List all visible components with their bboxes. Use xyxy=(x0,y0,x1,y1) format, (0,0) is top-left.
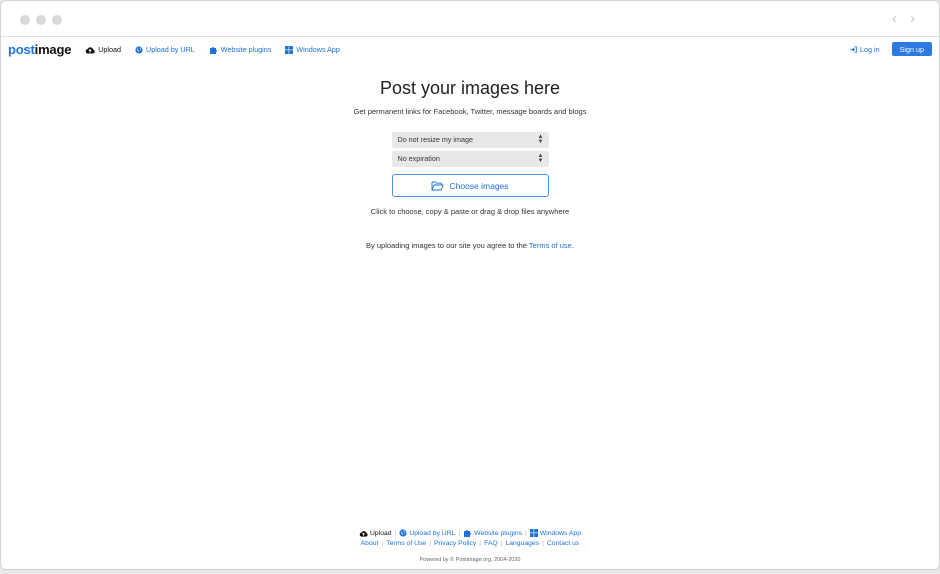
resize-select-value: Do not resize my image xyxy=(397,135,474,144)
nav-upload-label: Upload xyxy=(98,45,122,54)
choose-images-button[interactable]: Choose images xyxy=(391,174,549,197)
window-maximize-dot[interactable] xyxy=(52,15,62,25)
login-link[interactable]: Log in xyxy=(850,45,880,54)
expiration-select-value: No expiration xyxy=(397,154,440,163)
nav-windows-app-label: Windows App xyxy=(296,45,340,54)
login-label: Log in xyxy=(860,44,880,54)
nav-upload-by-url-link[interactable]: Upload by URL xyxy=(135,45,195,54)
expiration-select[interactable]: No expiration ▲ ▼ xyxy=(391,151,549,167)
separator: | xyxy=(542,540,544,547)
postimage-logo[interactable]: postimage xyxy=(8,42,71,57)
auth-area: Log in Sign up xyxy=(850,42,932,56)
footer-upload-by-url-link[interactable]: Upload by URL xyxy=(399,529,455,537)
browser-chrome: ‹ › xyxy=(1,1,939,37)
footer-website-plugins-label: Website plugins xyxy=(474,529,523,537)
window-close-dot[interactable] xyxy=(20,15,30,25)
footer-about-link[interactable]: About xyxy=(361,540,379,547)
choose-images-label: Choose images xyxy=(449,180,509,191)
separator: | xyxy=(381,540,384,547)
cloud-upload-icon xyxy=(359,530,368,537)
footer-windows-app-link[interactable]: Windows App xyxy=(529,529,581,537)
footer-website-plugins-link[interactable]: Website plugins xyxy=(463,529,522,537)
nav-website-plugins-label: Website plugins xyxy=(220,45,272,54)
footer-faq-link[interactable]: FAQ xyxy=(484,540,498,547)
logo-text-post: post xyxy=(8,42,35,57)
footer-terms-link[interactable]: Terms of Use xyxy=(386,540,426,547)
footer-upload-link[interactable]: Upload xyxy=(359,530,392,537)
separator: | xyxy=(394,529,397,537)
footer-windows-app-label: Windows App xyxy=(539,529,581,537)
separator: | xyxy=(479,540,482,547)
agreement-text: By uploading images to our site you agre… xyxy=(366,241,529,250)
separator: | xyxy=(500,540,503,547)
cloud-upload-icon xyxy=(85,46,95,53)
select-arrows-icon: ▲ ▼ xyxy=(537,134,544,145)
back-arrow-icon[interactable]: ‹ xyxy=(892,10,897,28)
powered-by-text: Powered by © Postimage.org, 2004-2020 xyxy=(419,557,521,563)
footer: Upload | Upload by URL | Website plugins… xyxy=(1,529,939,563)
window-minimize-dot[interactable] xyxy=(36,15,46,25)
separator: | xyxy=(429,540,431,547)
puzzle-icon xyxy=(464,530,472,537)
windows-icon xyxy=(285,45,294,54)
globe-icon xyxy=(399,529,407,537)
footer-upload-label: Upload xyxy=(370,529,392,537)
footer-feature-links: Upload | Upload by URL | Website plugins… xyxy=(1,529,939,537)
upload-hint: Click to choose, copy & paste or drag & … xyxy=(370,207,570,216)
footer-languages-link[interactable]: Languages xyxy=(505,540,539,547)
windows-icon xyxy=(529,529,538,537)
terms-agreement: By uploading images to our site you agre… xyxy=(1,241,939,250)
puzzle-icon xyxy=(209,46,217,54)
nav-website-plugins-link[interactable]: Website plugins xyxy=(209,45,272,54)
footer-upload-by-url-label: Upload by URL xyxy=(409,529,456,537)
separator: | xyxy=(458,529,461,537)
sign-in-icon xyxy=(850,45,857,53)
footer-info-links: About | Terms of Use | Privacy Policy | … xyxy=(1,540,939,547)
globe-icon xyxy=(135,45,143,54)
terms-of-use-link[interactable]: Terms of use xyxy=(529,241,572,250)
page-title: Post your images here xyxy=(379,78,561,98)
nav-windows-app-link[interactable]: Windows App xyxy=(285,45,340,54)
page-subtitle: Get permanent links for Facebook, Twitte… xyxy=(353,107,587,116)
nav-upload-link[interactable]: Upload xyxy=(85,45,121,54)
footer-privacy-link[interactable]: Privacy Policy xyxy=(434,540,476,547)
separator: | xyxy=(525,529,527,537)
footer-contact-link[interactable]: Contact us xyxy=(547,540,580,547)
upload-panel: Post your images here Get permanent link… xyxy=(1,61,939,250)
select-arrows-icon: ▲ ▼ xyxy=(537,153,544,164)
top-navbar: postimage Upload Upload by URL Website p… xyxy=(1,38,939,61)
folder-open-icon xyxy=(432,181,445,190)
nav-upload-by-url-label: Upload by URL xyxy=(146,45,195,54)
sign-up-button[interactable]: Sign up xyxy=(891,42,932,56)
browser-window: ‹ › postimage Upload Upload by URL Websi… xyxy=(0,0,940,570)
forward-arrow-icon[interactable]: › xyxy=(910,10,915,28)
logo-text-image: image xyxy=(34,42,72,57)
agreement-period: . xyxy=(571,241,574,250)
resize-select[interactable]: Do not resize my image ▲ ▼ xyxy=(391,132,549,148)
